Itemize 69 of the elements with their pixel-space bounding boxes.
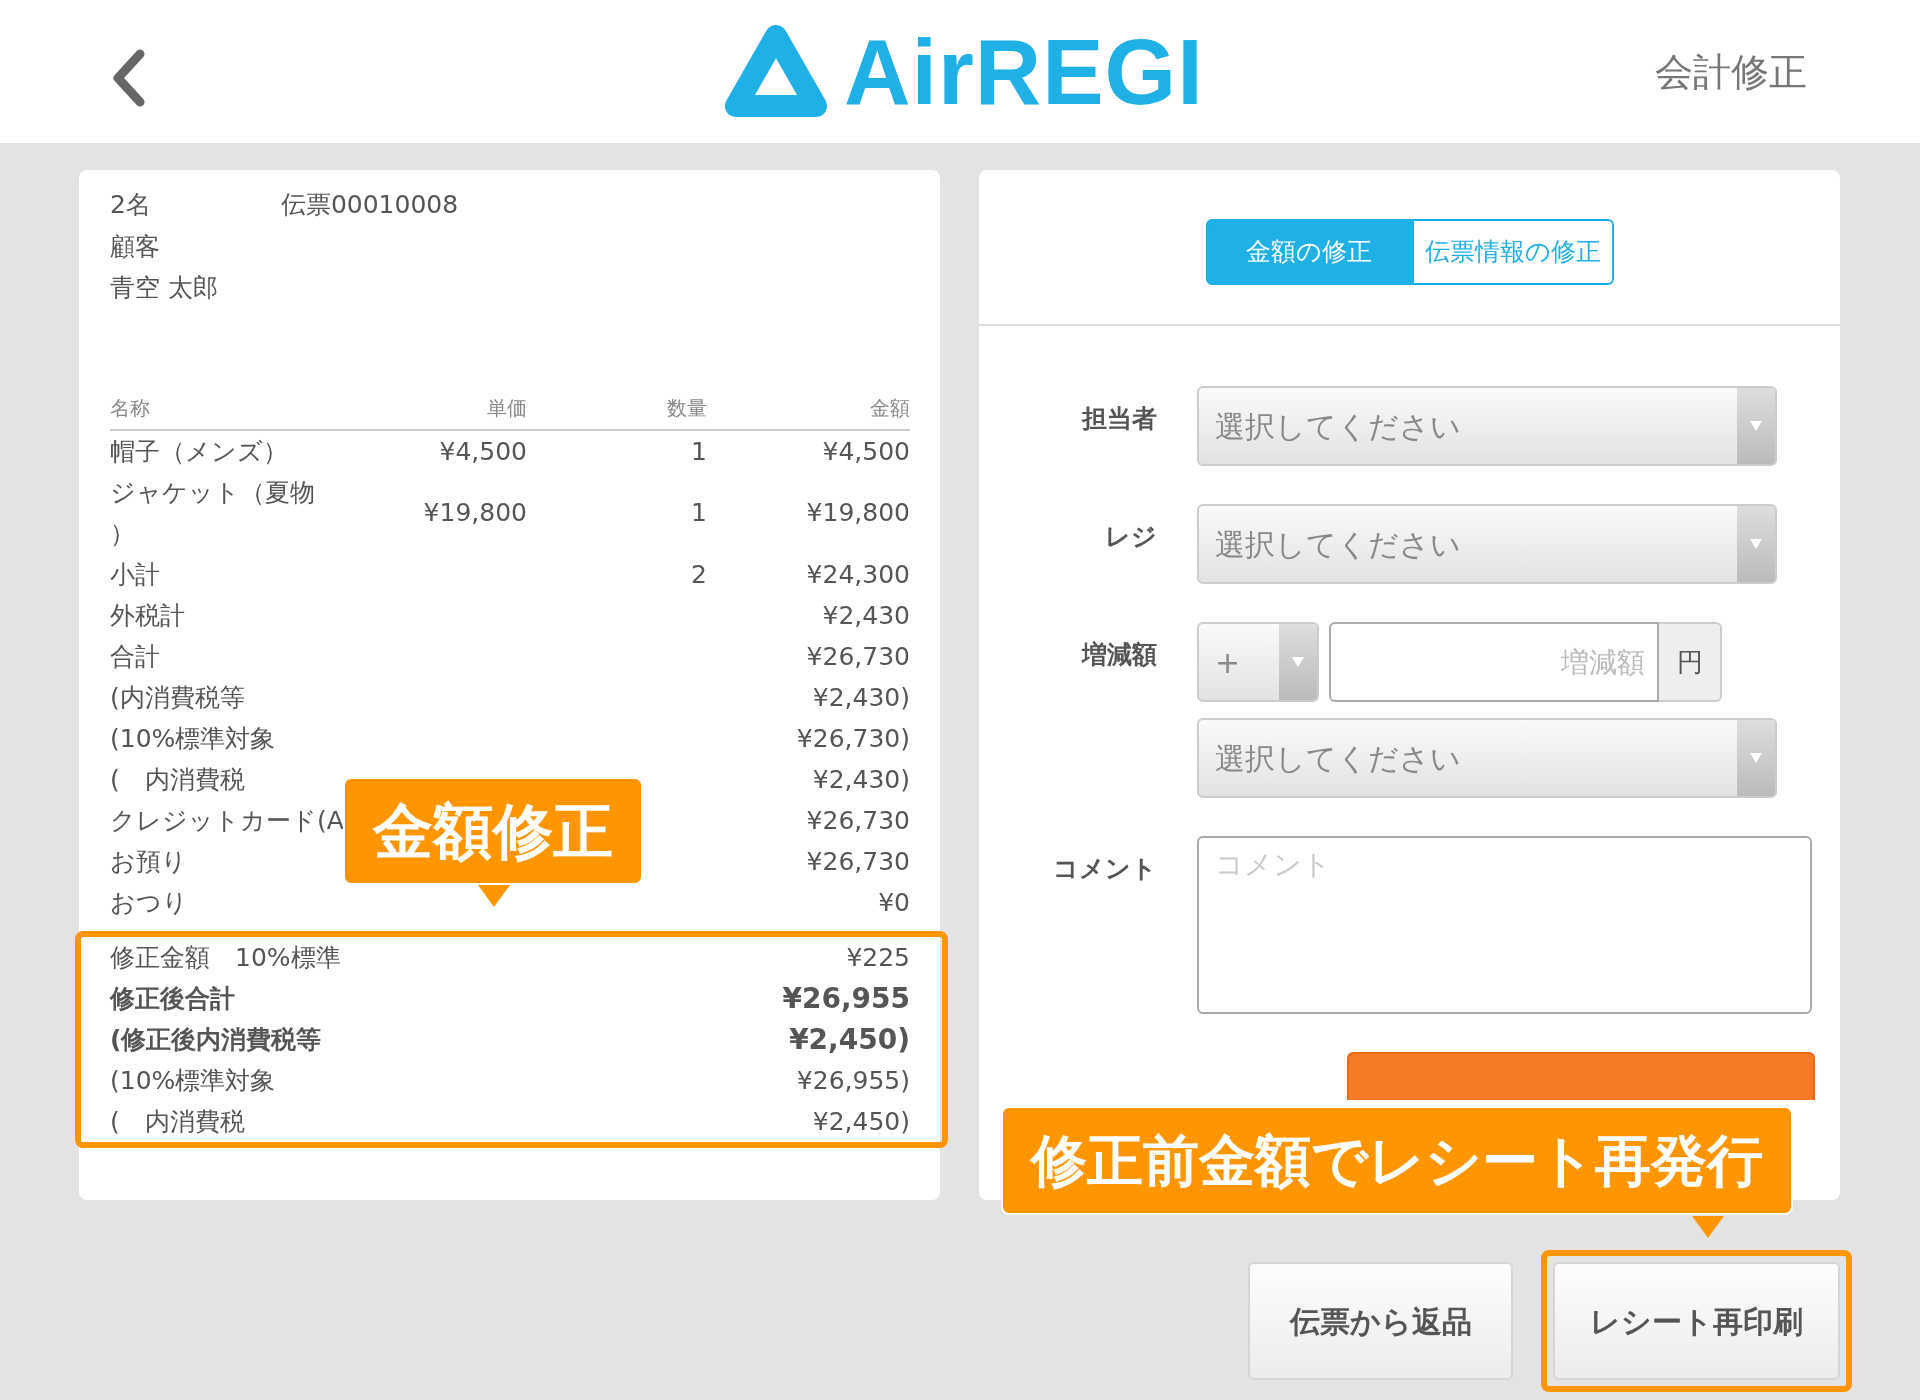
total-label: 修正金額 10%標準 [110, 941, 342, 974]
callout-label: 金額修正 [343, 777, 643, 885]
caret-icon [1749, 538, 1763, 550]
amount: ¥26,730) [795, 722, 910, 755]
column-header: 数量 [666, 394, 707, 422]
item-name: 帽子（メンズ） [110, 435, 289, 468]
action-button[interactable]: レシート再印刷 [1553, 1262, 1840, 1380]
customer-label: 顧客 [110, 230, 161, 263]
quantity: 1 [690, 497, 707, 529]
select-field[interactable]: 選択してください [1197, 504, 1777, 584]
page-title: 会計修正 [1655, 49, 1807, 96]
amount: ¥24,300 [805, 558, 910, 591]
amount: ¥26,955 [781, 980, 910, 1017]
slip-number: 伝票00010008 [280, 189, 459, 221]
total-label: (修正後内消費税等 [110, 1023, 323, 1056]
total-label: お預り [110, 845, 188, 878]
total-label: クレジットカード(A [110, 804, 345, 837]
field-label: 増減額 [1080, 639, 1157, 671]
field-label: 担当者 [1080, 403, 1157, 435]
total-label: ( 内消費税 [110, 1105, 246, 1138]
callout-pointer [478, 885, 510, 907]
unit-price: ¥19,800 [422, 497, 527, 529]
total-label: ( 内消費税 [110, 763, 246, 796]
customer-name: 青空 太郎 [110, 272, 219, 304]
field-label: コメント [1051, 853, 1157, 885]
unit-price: ¥4,500 [438, 435, 527, 468]
callout-label: 修正前金額でレシート再発行 [1001, 1106, 1793, 1215]
select-field[interactable]: 選択してください [1197, 386, 1777, 466]
callout-pointer [1692, 1216, 1724, 1238]
amount: ¥0 [877, 886, 910, 919]
select-field[interactable]: 選択してください [1197, 718, 1777, 798]
total-label: 修正後合計 [110, 982, 236, 1015]
amount: ¥2,430 [821, 599, 910, 632]
total-label: (10%標準対象 [110, 722, 277, 755]
caret-icon [1749, 420, 1763, 432]
total-label: 合計 [110, 640, 161, 673]
amount: ¥2,430) [811, 681, 910, 714]
amount: ¥225 [845, 941, 910, 974]
amount: ¥4,500 [821, 435, 910, 468]
amount: ¥2,430) [811, 763, 910, 796]
action-button[interactable]: 伝票から返品 [1248, 1262, 1513, 1380]
column-header: 名称 [110, 394, 151, 422]
guest-count: 2名 [110, 189, 151, 221]
total-label: (10%標準対象 [110, 1064, 277, 1097]
item-name: ジャケット（夏物） [110, 476, 316, 550]
caret-icon [1749, 752, 1763, 764]
tab[interactable]: 金額の修正 [1205, 219, 1412, 285]
amount: ¥19,800 [805, 497, 910, 529]
column-header: 単価 [486, 394, 527, 422]
total-label: おつり [110, 886, 189, 919]
quantity: 2 [690, 558, 707, 591]
amount: ¥26,955) [795, 1064, 910, 1097]
caret-icon [1291, 656, 1305, 668]
field-label: レジ [1104, 521, 1157, 553]
logo-text: AirREGI [844, 26, 1204, 118]
total-label: 外税計 [110, 599, 186, 632]
quantity: 1 [690, 435, 707, 468]
unit-label: 円 [1659, 622, 1722, 702]
amount: ¥26,730 [805, 845, 910, 878]
amount: ¥2,450) [788, 1021, 910, 1058]
amount: ¥2,450) [811, 1105, 910, 1138]
select-field[interactable]: + [1197, 622, 1319, 702]
total-label: (内消費税等 [110, 681, 246, 714]
amount: ¥26,730 [805, 640, 910, 673]
tab[interactable]: 伝票情報の修正 [1411, 219, 1614, 285]
amount: ¥26,730 [805, 804, 910, 837]
amount-input[interactable]: 増減額 [1329, 622, 1659, 702]
total-label: 小計 [110, 558, 161, 591]
column-header: 金額 [869, 394, 910, 422]
